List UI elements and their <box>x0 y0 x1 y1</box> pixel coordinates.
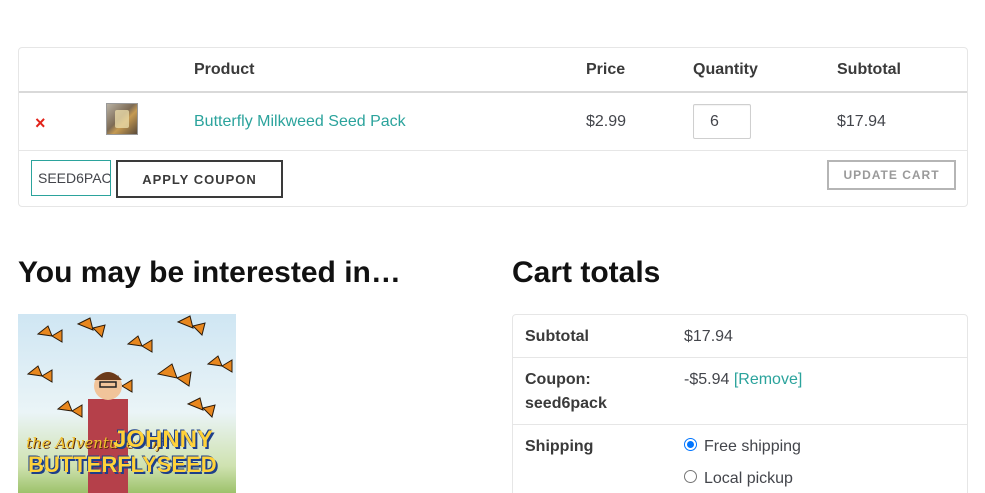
cart-item-row: × Butterfly Milkweed Seed Pack $2.99 $17… <box>19 93 967 151</box>
free-shipping-radio[interactable] <box>684 438 697 451</box>
cross-sell-product-image[interactable]: the Adventures of JOHNNY BUTTERFLYSEED <box>18 314 236 493</box>
cart-table-header: Product Price Quantity Subtotal <box>19 48 967 93</box>
cart-table: Product Price Quantity Subtotal × Butter… <box>18 47 968 207</box>
totals-coupon-row: Coupon: seed6pack -$5.94 [Remove] <box>513 358 967 425</box>
free-shipping-label[interactable]: Free shipping <box>704 437 801 457</box>
header-price: Price <box>586 61 626 78</box>
header-quantity: Quantity <box>693 61 758 78</box>
header-subtotal: Subtotal <box>837 61 901 78</box>
coupon-code: seed6pack <box>525 395 607 412</box>
remove-coupon-link[interactable]: [Remove] <box>734 371 802 388</box>
product-price: $2.99 <box>586 113 627 130</box>
totals-subtotal-row: Subtotal $17.94 <box>513 315 967 358</box>
coupon-label: Coupon: <box>525 371 591 388</box>
cart-totals-heading: Cart totals <box>512 256 661 289</box>
coupon-discount-group: -$5.94 [Remove] <box>684 368 802 392</box>
product-thumbnail[interactable] <box>106 103 138 135</box>
cart-totals-table: Subtotal $17.94 Coupon: seed6pack -$5.94… <box>512 314 968 493</box>
book-title-line3: BUTTERFLYSEED <box>28 452 217 477</box>
totals-subtotal-label: Subtotal <box>525 328 589 345</box>
local-pickup-label[interactable]: Local pickup <box>704 469 793 489</box>
coupon-code-input[interactable] <box>31 160 111 196</box>
book-title-line2: JOHNNY <box>113 426 214 453</box>
update-cart-button[interactable]: UPDATE CART <box>827 160 956 190</box>
shipping-label: Shipping <box>525 438 594 455</box>
cross-sells-heading: You may be interested in… <box>18 256 401 289</box>
product-name-link[interactable]: Butterfly Milkweed Seed Pack <box>194 113 406 131</box>
header-product: Product <box>194 61 255 78</box>
quantity-input[interactable] <box>693 104 751 139</box>
coupon-discount: -$5.94 <box>684 371 730 388</box>
local-pickup-radio[interactable] <box>684 470 697 483</box>
apply-coupon-button[interactable]: APPLY COUPON <box>116 160 283 198</box>
remove-item-icon[interactable]: × <box>35 113 46 133</box>
totals-shipping-row: Shipping Free shipping Local pickup <box>513 425 967 493</box>
cart-actions: APPLY COUPON UPDATE CART <box>19 151 967 207</box>
totals-subtotal-value: $17.94 <box>684 328 733 345</box>
product-subtotal: $17.94 <box>837 113 886 130</box>
